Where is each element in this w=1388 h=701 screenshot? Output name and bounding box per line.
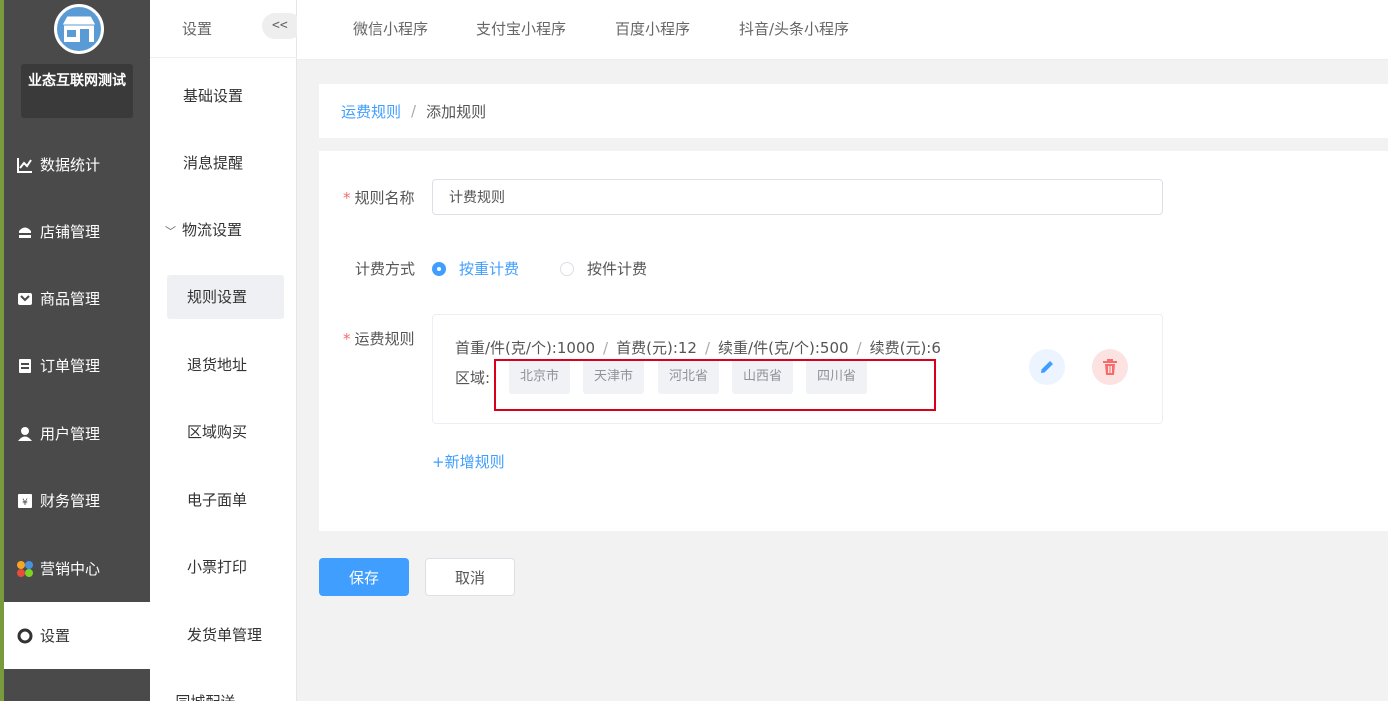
sidebar-item-label: 营销中心: [40, 560, 101, 578]
gear-icon: [16, 627, 34, 645]
sidebar-item-label: 设置: [40, 627, 71, 645]
radio-dot: [560, 261, 574, 276]
sidebar-item-users[interactable]: 用户管理: [4, 400, 150, 467]
rule-name-label-text: 规则名称: [354, 189, 415, 207]
shop-logo-icon: [54, 4, 104, 54]
order-icon: [16, 357, 34, 375]
extra-fee: 续费(元):6: [869, 339, 941, 357]
sidebar-item-goods[interactable]: 商品管理: [4, 265, 150, 332]
radio-by-piece[interactable]: 按件计费: [560, 258, 647, 279]
shipping-rule-label: * 运费规则: [343, 328, 415, 349]
first-weight: 首重/件(克/个):1000: [455, 339, 596, 357]
breadcrumb-current: 添加规则: [426, 102, 487, 121]
submenu-item-notify[interactable]: 消息提醒: [167, 141, 284, 185]
breadcrumb-separator: /: [411, 102, 417, 120]
sidebar-item-label: 店铺管理: [40, 223, 101, 241]
cancel-button[interactable]: 取消: [425, 558, 515, 596]
radio-label: 按重计费: [459, 260, 520, 278]
radio-dot: [432, 261, 446, 276]
billing-method-label: 计费方式: [355, 260, 416, 278]
sidebar-item-orders[interactable]: 订单管理: [4, 332, 150, 399]
submenu-item-receipt-print[interactable]: 小票打印: [167, 545, 284, 589]
required-mark: *: [343, 189, 351, 207]
submenu-item-return-address[interactable]: 退货地址: [167, 343, 284, 387]
svg-text:¥: ¥: [22, 498, 28, 508]
submenu-group-logistics[interactable]: ﹀ 物流设置: [165, 208, 284, 252]
sidebar-item-label: 订单管理: [40, 357, 101, 375]
submenu-header: 设置 <<: [150, 0, 302, 58]
sidebar-item-statistics[interactable]: 数据统计: [4, 131, 150, 198]
submenu-group-label: 物流设置: [182, 221, 243, 239]
annotation-highlight-box: [494, 359, 936, 411]
sidebar-item-label: 商品管理: [40, 290, 101, 308]
shop-icon: [16, 223, 34, 241]
sidebar-item-label: 数据统计: [40, 156, 101, 174]
rule-separator: /: [603, 339, 609, 357]
edit-rule-button[interactable]: [1029, 349, 1065, 385]
required-mark: *: [343, 330, 351, 348]
add-rule-link[interactable]: +新增规则: [432, 451, 505, 472]
finance-icon: ¥: [16, 492, 34, 510]
radio-label: 按件计费: [587, 260, 648, 278]
storefront-icon: [61, 15, 97, 42]
user-icon: [16, 425, 34, 443]
extra-weight: 续重/件(克/个):500: [718, 339, 849, 357]
main-sidebar: 业态互联网测试 数据统计 店铺管理 商品管理 订单管理 用户管理 ¥ 财务管理 …: [0, 0, 150, 701]
radio-by-weight[interactable]: 按重计费: [432, 258, 519, 279]
region-label: 区域:: [455, 369, 491, 387]
rule-separator: /: [704, 339, 711, 357]
shop-name: 业态互联网测试: [21, 64, 133, 118]
shipping-rule-label-text: 运费规则: [354, 330, 415, 348]
submenu-title: 设置: [182, 20, 213, 38]
settings-submenu: 设置 << 基础设置 消息提醒 ﹀ 物流设置 规则设置 退货地址 区域购买 电子面…: [150, 0, 302, 701]
sidebar-item-label: 财务管理: [40, 492, 101, 510]
tab-baidu[interactable]: 百度小程序: [615, 18, 690, 39]
platform-tabs: 微信小程序 支付宝小程序 百度小程序 抖音/头条小程序: [297, 0, 1388, 60]
collapse-menu-button[interactable]: <<: [262, 13, 302, 39]
sidebar-item-label: 用户管理: [40, 425, 101, 443]
submenu-item-basic[interactable]: 基础设置: [167, 74, 284, 118]
tab-wechat[interactable]: 微信小程序: [353, 18, 428, 39]
marketing-icon: [16, 560, 34, 578]
sidebar-item-marketing[interactable]: 营销中心: [4, 535, 150, 602]
sidebar-item-finance[interactable]: ¥ 财务管理: [4, 467, 150, 534]
save-button[interactable]: 保存: [319, 558, 409, 596]
chevron-right-icon: ›: [165, 682, 169, 701]
pencil-icon: [1041, 361, 1053, 373]
breadcrumb: 运费规则 / 添加规则: [319, 84, 1388, 138]
line-chart-icon: [16, 156, 34, 174]
sidebar-item-settings[interactable]: 设置: [4, 602, 150, 669]
submenu-group-local-delivery[interactable]: › 同城配送: [165, 680, 284, 701]
rule-name-label: * 规则名称: [343, 187, 415, 208]
rule-name-input[interactable]: [432, 179, 1163, 215]
tab-douyin[interactable]: 抖音/头条小程序: [739, 18, 849, 39]
delete-rule-button[interactable]: [1092, 349, 1128, 385]
submenu-item-region-purchase[interactable]: 区域购买: [167, 410, 284, 454]
breadcrumb-link-shipping-rules[interactable]: 运费规则: [341, 101, 401, 122]
tab-alipay[interactable]: 支付宝小程序: [476, 18, 566, 39]
first-fee: 首费(元):12: [616, 339, 697, 357]
goods-icon: [16, 290, 34, 308]
rule-summary: 首重/件(克/个):1000 / 首费(元):12 / 续重/件(克/个):500 / 续费…: [455, 337, 941, 358]
chevron-down-icon: ﹀: [165, 225, 176, 238]
submenu-item-e-waybill[interactable]: 电子面单: [167, 478, 284, 522]
rule-form: *规则名称 计费方式 按重计费 按件计费 *运费规则 首重/件(克/个):100…: [319, 151, 1388, 531]
submenu-group-label: 同城配送: [175, 693, 235, 701]
rule-separator: /: [856, 339, 862, 357]
trash-icon: [1103, 359, 1117, 375]
submenu-item-invoice[interactable]: 发货单管理: [167, 613, 284, 657]
sidebar-item-shop[interactable]: 店铺管理: [4, 198, 150, 265]
submenu-item-rules[interactable]: 规则设置: [167, 275, 284, 319]
